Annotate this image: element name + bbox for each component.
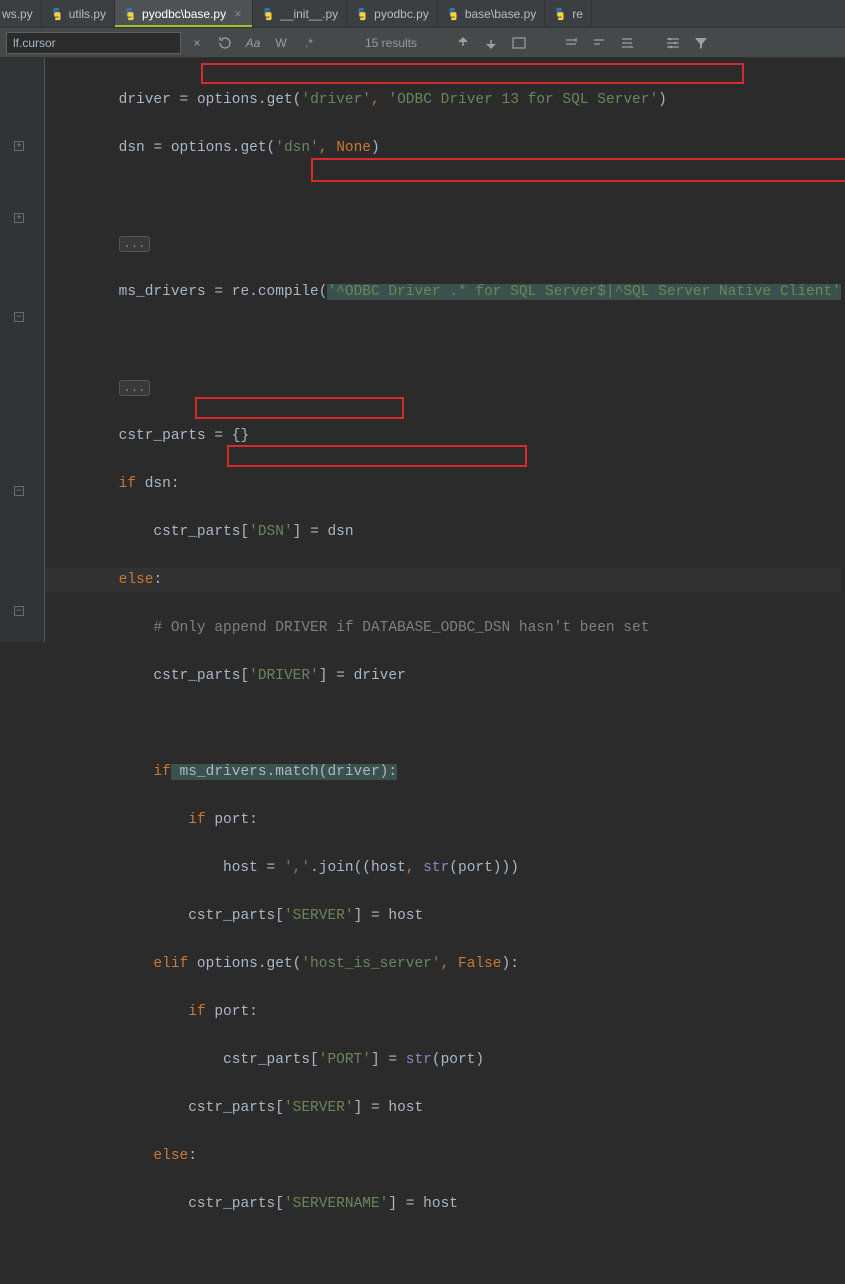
gutter: + + − − − (0, 58, 45, 642)
close-search-icon[interactable]: × (185, 31, 209, 55)
filter-icon[interactable] (689, 31, 713, 55)
tab-pyodbc[interactable]: pyodbc.py (347, 0, 438, 27)
tab-pyodbc-base[interactable]: pyodbc\base.py × (115, 0, 253, 27)
toggle-2-icon[interactable] (615, 31, 639, 55)
python-icon (553, 7, 567, 21)
fold-marker-icon[interactable]: − (14, 606, 24, 616)
fold-pill[interactable]: ... (119, 236, 151, 252)
tab-label: utils.py (69, 7, 106, 21)
tab-label: pyodbc\base.py (142, 7, 226, 21)
history-icon[interactable] (213, 31, 237, 55)
settings-icon[interactable] (661, 31, 685, 55)
python-icon (123, 7, 137, 21)
highlight-box (195, 397, 404, 419)
tab-label: __init__.py (280, 7, 338, 21)
tab-label: ws.py (2, 7, 33, 21)
highlight-box (201, 63, 744, 84)
tab-utils[interactable]: utils.py (42, 0, 115, 27)
highlight-box (311, 158, 845, 182)
python-icon (261, 7, 275, 21)
tab-bar: ws.py utils.py pyodbc\base.py × __init__… (0, 0, 845, 28)
tab-label: pyodbc.py (374, 7, 429, 21)
words-button[interactable]: W (269, 31, 293, 55)
python-icon (355, 7, 369, 21)
toggle-1-icon[interactable] (587, 31, 611, 55)
fold-marker-icon[interactable]: + (14, 141, 24, 151)
python-icon (50, 7, 64, 21)
results-count: 15 results (325, 36, 447, 50)
add-selection-icon[interactable] (559, 31, 583, 55)
find-bar: × Aa W .* 15 results (0, 28, 845, 58)
next-match-icon[interactable] (479, 31, 503, 55)
tab-base-base[interactable]: base\base.py (438, 0, 545, 27)
code-area[interactable]: driver = options.get('driver', 'ODBC Dri… (45, 58, 841, 642)
tab-ws[interactable]: ws.py (0, 0, 42, 27)
fold-pill[interactable]: ... (119, 380, 151, 396)
tab-label: base\base.py (465, 7, 536, 21)
highlight-box (227, 445, 527, 467)
prev-match-icon[interactable] (451, 31, 475, 55)
tab-label: re (572, 7, 583, 21)
search-input[interactable] (6, 32, 181, 54)
editor[interactable]: + + − − − driver = options.get('driver',… (0, 58, 845, 642)
tab-re[interactable]: re (545, 0, 592, 27)
regex-button[interactable]: .* (297, 31, 321, 55)
fold-marker-icon[interactable]: − (14, 312, 24, 322)
close-icon[interactable]: × (234, 9, 244, 19)
python-icon (446, 7, 460, 21)
match-case-button[interactable]: Aa (241, 31, 265, 55)
fold-marker-icon[interactable]: + (14, 213, 24, 223)
select-all-icon[interactable] (507, 31, 531, 55)
fold-marker-icon[interactable]: − (14, 486, 24, 496)
tab-init[interactable]: __init__.py (253, 0, 347, 27)
